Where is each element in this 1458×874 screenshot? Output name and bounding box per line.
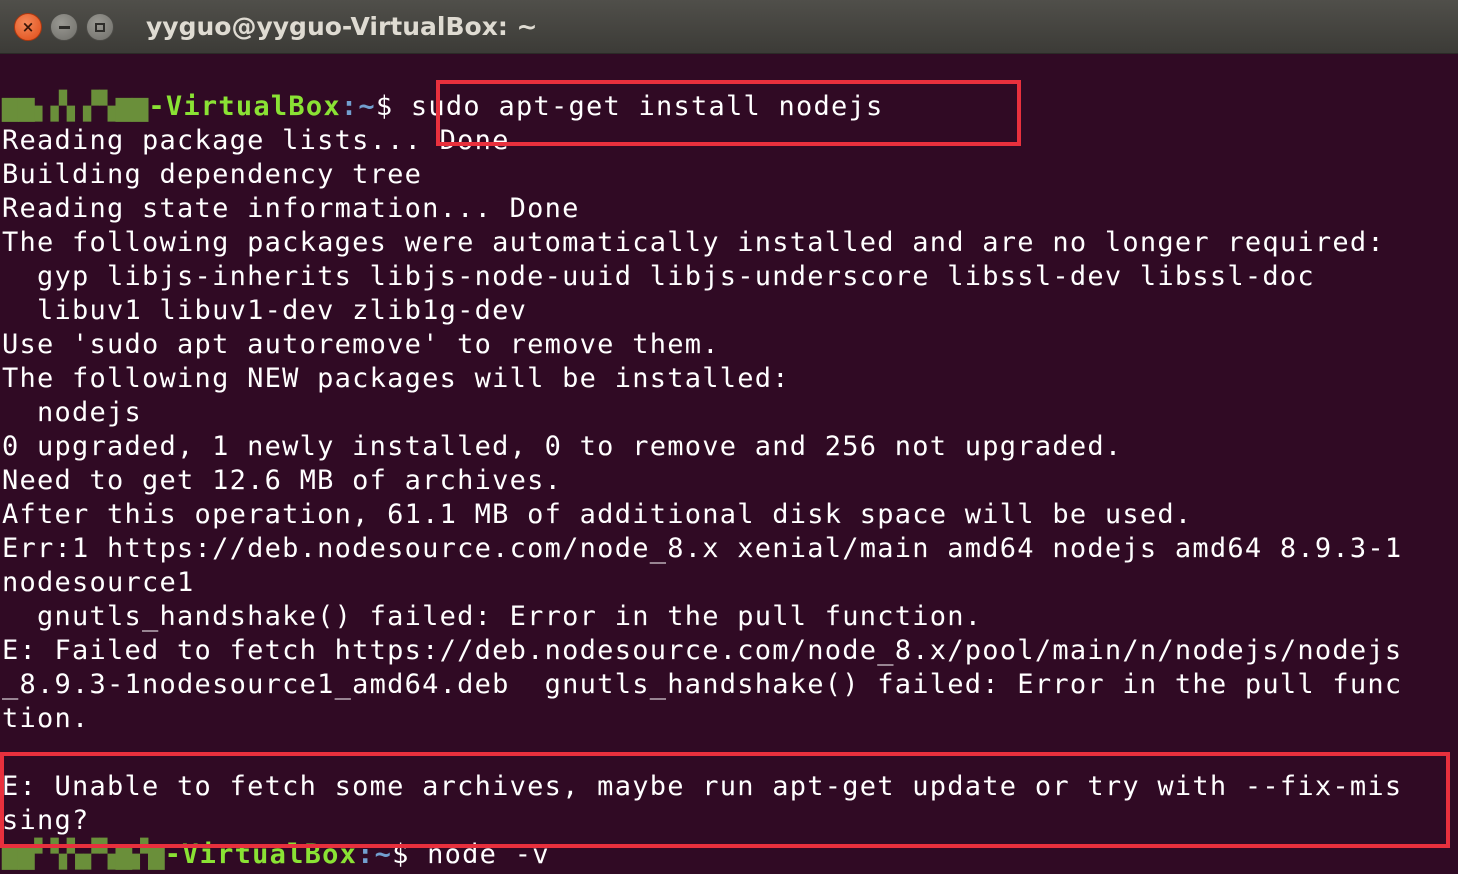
window-title: yyguo@yyguo-VirtualBox: ~	[146, 12, 538, 41]
output-line: Building dependency tree	[2, 159, 423, 190]
close-window-button[interactable]: ×	[14, 13, 42, 41]
minimize-icon	[58, 25, 70, 29]
output-line: After this operation, 61.1 MB of additio…	[2, 499, 1193, 530]
prompt-colon-path: :~	[340, 91, 376, 122]
output-line: libuv1 libuv1-dev zlib1g-dev	[2, 295, 528, 326]
output-line: Use 'sudo apt autoremove' to remove them…	[2, 329, 720, 360]
output-line: 0 upgraded, 1 newly installed, 0 to remo…	[2, 431, 1123, 462]
output-line: Err:1 https://deb.nodesource.com/node_8.…	[2, 533, 1403, 564]
output-line: The following NEW packages will be insta…	[2, 363, 790, 394]
output-line: gyp libjs-inherits libjs-node-uuid libjs…	[2, 261, 1315, 292]
output-line: The following packages were automaticall…	[2, 227, 1385, 258]
prompt-symbol: $	[375, 91, 394, 122]
maximize-icon	[95, 22, 105, 32]
output-line: _8.9.3-1nodesource1_amd64.deb gnutls_han…	[2, 669, 1403, 700]
command-highlight-box	[436, 80, 1021, 146]
output-line: Reading package lists... Done	[2, 125, 510, 156]
output-line: nodejs	[2, 397, 143, 428]
window-titlebar: × yyguo@yyguo-VirtualBox: ~	[0, 0, 1458, 54]
maximize-window-button[interactable]	[86, 13, 114, 41]
prompt-user-redacted: ▆▆▖▞▖▞▚▆▆	[2, 91, 149, 122]
output-line: Need to get 12.6 MB of archives.	[2, 465, 563, 496]
output-line: Reading state information... Done	[2, 193, 580, 224]
close-icon: ×	[21, 17, 35, 36]
output-line: gnutls_handshake() failed: Error in the …	[2, 601, 983, 632]
output-line: tion.	[2, 703, 90, 734]
prompt-host: -VirtualBox	[148, 91, 341, 122]
output-line: nodesource1	[2, 567, 195, 598]
minimize-window-button[interactable]	[50, 13, 78, 41]
output-line: E: Failed to fetch https://deb.nodesourc…	[2, 635, 1403, 666]
terminal-output[interactable]: ▆▆▖▞▖▞▚▆▆-VirtualBox:~$ sudo apt-get ins…	[0, 54, 1458, 874]
error-highlight-box	[0, 752, 1450, 848]
